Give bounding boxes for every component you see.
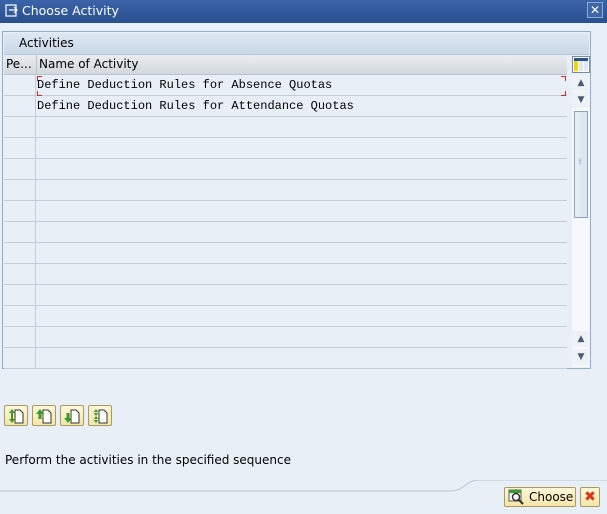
column-separator[interactable] [36,55,37,74]
table-row[interactable] [4,327,567,348]
table-row[interactable]: Define Deduction Rules for Attendance Qu… [4,96,567,117]
move-up-down-icon [9,409,24,424]
row-selector[interactable] [4,285,36,305]
row-selector[interactable] [4,243,36,263]
row-selector[interactable] [4,222,36,242]
activities-panel: Activities Pe... Name of Activity Define… [2,31,591,369]
table-row[interactable] [4,348,567,369]
page-down-button[interactable]: ▼ [572,92,590,108]
table-row[interactable] [4,138,567,159]
move-up-down-button[interactable] [4,405,28,426]
focus-indicator [37,75,567,97]
table-row[interactable] [4,201,567,222]
column-header-name[interactable]: Name of Activity [39,57,138,71]
close-icon: ✕ [589,3,601,17]
table-row[interactable] [4,306,567,327]
row-selector[interactable] [4,138,36,158]
activities-table: Pe... Name of Activity Define Deduction … [4,55,567,369]
row-selector[interactable] [4,96,36,116]
table-row[interactable] [4,159,567,180]
row-selector[interactable] [4,117,36,137]
arrow-down-icon: ▼ [577,352,585,362]
title-bar: Choose Activity ✕ [0,0,607,23]
arrow-up-icon: ▲ [577,78,585,88]
table-row[interactable] [4,117,567,138]
move-down-button[interactable] [60,405,84,426]
row-selector[interactable] [4,159,36,179]
window-icon [5,4,18,17]
instruction-text: Perform the activities in the specified … [5,453,291,467]
table-row[interactable] [4,264,567,285]
window-title: Choose Activity [22,3,119,18]
column-settings-button[interactable] [572,56,590,73]
table-row[interactable] [4,222,567,243]
arrow-down-icon: ▼ [577,95,585,105]
move-up-button[interactable] [32,405,56,426]
move-both-icon [93,409,108,424]
scroll-up-button[interactable]: ▲ [572,75,590,91]
column-settings-icon [574,58,588,71]
choose-label: Choose [529,490,574,504]
table-header: Pe... Name of Activity [4,55,567,75]
close-button[interactable]: ✕ [587,2,603,18]
move-both-button[interactable] [88,405,112,426]
vertical-scrollbar[interactable]: ▲ ▼ ⁞⁞ ▲ ▼ [572,75,590,367]
choose-icon [508,489,524,505]
table-body: Define Deduction Rules for Absence Quota… [4,75,567,369]
row-selector[interactable] [4,180,36,200]
cancel-button[interactable]: ✖ [580,487,600,507]
grip-icon: ⁞⁞ [578,157,582,166]
page-up-button[interactable]: ▲ [572,331,590,347]
row-selector[interactable] [4,306,36,326]
move-down-icon [64,409,80,424]
panel-header: Activities [4,33,589,55]
choose-button[interactable]: Choose [504,487,576,507]
arrow-up-icon: ▲ [577,334,585,344]
column-header-pe[interactable]: Pe... [6,57,36,71]
scroll-thumb[interactable]: ⁞⁞ [574,111,588,218]
row-selector[interactable] [4,348,36,368]
scroll-down-button[interactable]: ▼ [572,349,590,365]
panel-title: Activities [19,36,74,50]
activity-name[interactable]: Define Deduction Rules for Attendance Qu… [37,99,354,113]
table-row[interactable] [4,243,567,264]
move-up-icon [36,409,52,424]
row-selector[interactable] [4,75,36,95]
table-row[interactable] [4,180,567,201]
cancel-icon: ✖ [584,489,596,505]
row-selector[interactable] [4,264,36,284]
row-selector[interactable] [4,327,36,347]
table-row[interactable] [4,285,567,306]
row-selector[interactable] [4,201,36,221]
